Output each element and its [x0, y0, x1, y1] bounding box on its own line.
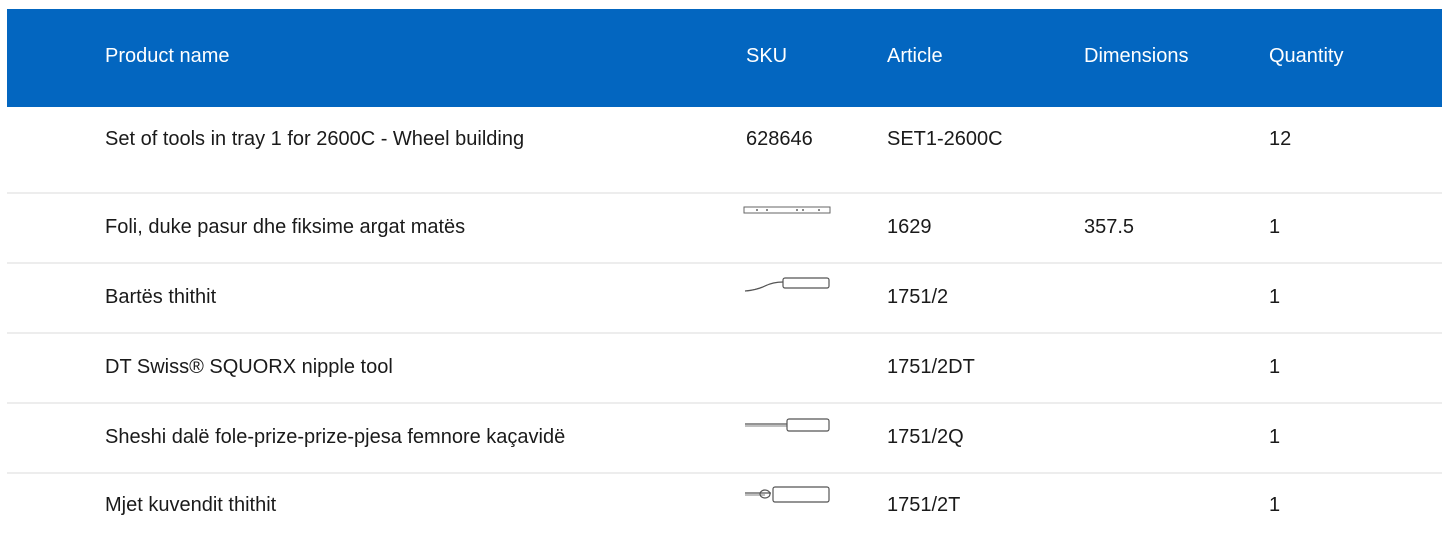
quantity: 1	[1269, 426, 1281, 448]
table-row: Set of tools in tray 1 for 2600C - Wheel…	[7, 107, 1442, 194]
quantity: 1	[1269, 286, 1281, 308]
product-name: Sheshi dalë fole-prize-prize-pjesa femno…	[105, 426, 566, 448]
quantity: 1	[1269, 356, 1281, 378]
table-row: Sheshi dalë fole-prize-prize-pjesa femno…	[7, 404, 1442, 474]
product-name: Set of tools in tray 1 for 2600C - Wheel…	[105, 128, 525, 150]
bent-nipple-holder-icon	[743, 277, 831, 293]
article: 1751/2Q	[887, 426, 964, 448]
article: SET1-2600C	[887, 128, 1003, 150]
product-table: Product name SKU Article Dimensions Quan…	[7, 9, 1442, 536]
table-header: Product name SKU Article Dimensions Quan…	[7, 9, 1442, 107]
article: 1751/2	[887, 286, 949, 308]
screwdriver-icon	[743, 418, 831, 434]
sku: 628646	[746, 128, 813, 150]
header-sku: SKU	[746, 45, 788, 67]
quantity: 1	[1269, 494, 1281, 516]
quantity: 12	[1269, 128, 1292, 150]
article: 1751/2DT	[887, 356, 975, 378]
article: 1629	[887, 216, 932, 238]
dimensions: 357.5	[1084, 216, 1135, 238]
nipple-assembly-tool-icon	[743, 486, 831, 503]
ruler-tool-icon	[743, 204, 831, 220]
header-dimensions: Dimensions	[1084, 45, 1189, 67]
article: 1751/2T	[887, 494, 961, 516]
table-row: Mjet kuvendit thithit 1751/2T 1	[7, 474, 1442, 536]
quantity: 1	[1269, 216, 1281, 238]
table-row: Bartës thithit 1751/2 1	[7, 264, 1442, 334]
header-article: Article	[887, 45, 943, 67]
header-quantity: Quantity	[1269, 45, 1344, 67]
table-row: DT Swiss® SQUORX nipple tool 1751/2DT 1	[7, 334, 1442, 404]
header-product-name: Product name	[105, 45, 230, 67]
table-row: Foli, duke pasur dhe fiksime argat matës…	[7, 194, 1442, 264]
product-name: Mjet kuvendit thithit	[105, 494, 277, 516]
product-name: Bartës thithit	[105, 286, 217, 308]
product-name: Foli, duke pasur dhe fiksime argat matës	[105, 216, 466, 238]
product-name: DT Swiss® SQUORX nipple tool	[105, 356, 393, 378]
